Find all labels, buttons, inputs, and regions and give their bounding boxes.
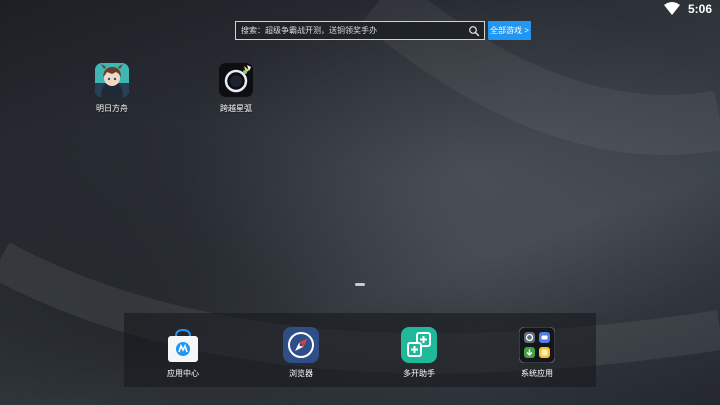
dock-label: 多开助手: [403, 369, 435, 378]
ring-planet-app-icon: [219, 63, 253, 97]
compass-browser-icon: [283, 327, 319, 363]
dock-label: 系统应用: [521, 369, 553, 378]
clock: 5:06: [687, 2, 712, 16]
page-indicator: [355, 283, 365, 286]
app-label: 明日方舟: [96, 104, 128, 113]
search-icon[interactable]: [468, 25, 480, 37]
search-bar[interactable]: 搜索：超级争霸战开测，送铜领奖手办: [235, 21, 485, 40]
dock-app-center[interactable]: 应用中心: [143, 327, 223, 379]
dock-multi-open[interactable]: 多开助手: [379, 327, 459, 379]
multi-open-icon: [401, 327, 437, 363]
all-games-button[interactable]: 全部游戏 >: [488, 21, 531, 40]
wifi-icon: [663, 2, 680, 16]
dock-label: 应用中心: [167, 369, 199, 378]
desktop-app-ring-planet[interactable]: 跨越星弧: [206, 63, 266, 114]
system-apps-folder-icon: [519, 327, 555, 363]
dock-system-apps[interactable]: 系统应用: [497, 327, 577, 379]
dock-label: 浏览器: [289, 369, 313, 378]
desktop-app-arknights[interactable]: 明日方舟: [82, 63, 142, 114]
dock-browser[interactable]: 浏览器: [261, 327, 341, 379]
app-label: 跨越星弧: [220, 104, 252, 113]
status-bar: 5:06: [663, 0, 720, 18]
app-center-bag-icon: [165, 327, 201, 363]
dock: 应用中心 浏览器 多开助手 系统应用: [124, 313, 596, 387]
search-input[interactable]: 搜索：超级争霸战开测，送铜领奖手办: [241, 25, 468, 36]
arknights-app-icon: [95, 63, 129, 97]
